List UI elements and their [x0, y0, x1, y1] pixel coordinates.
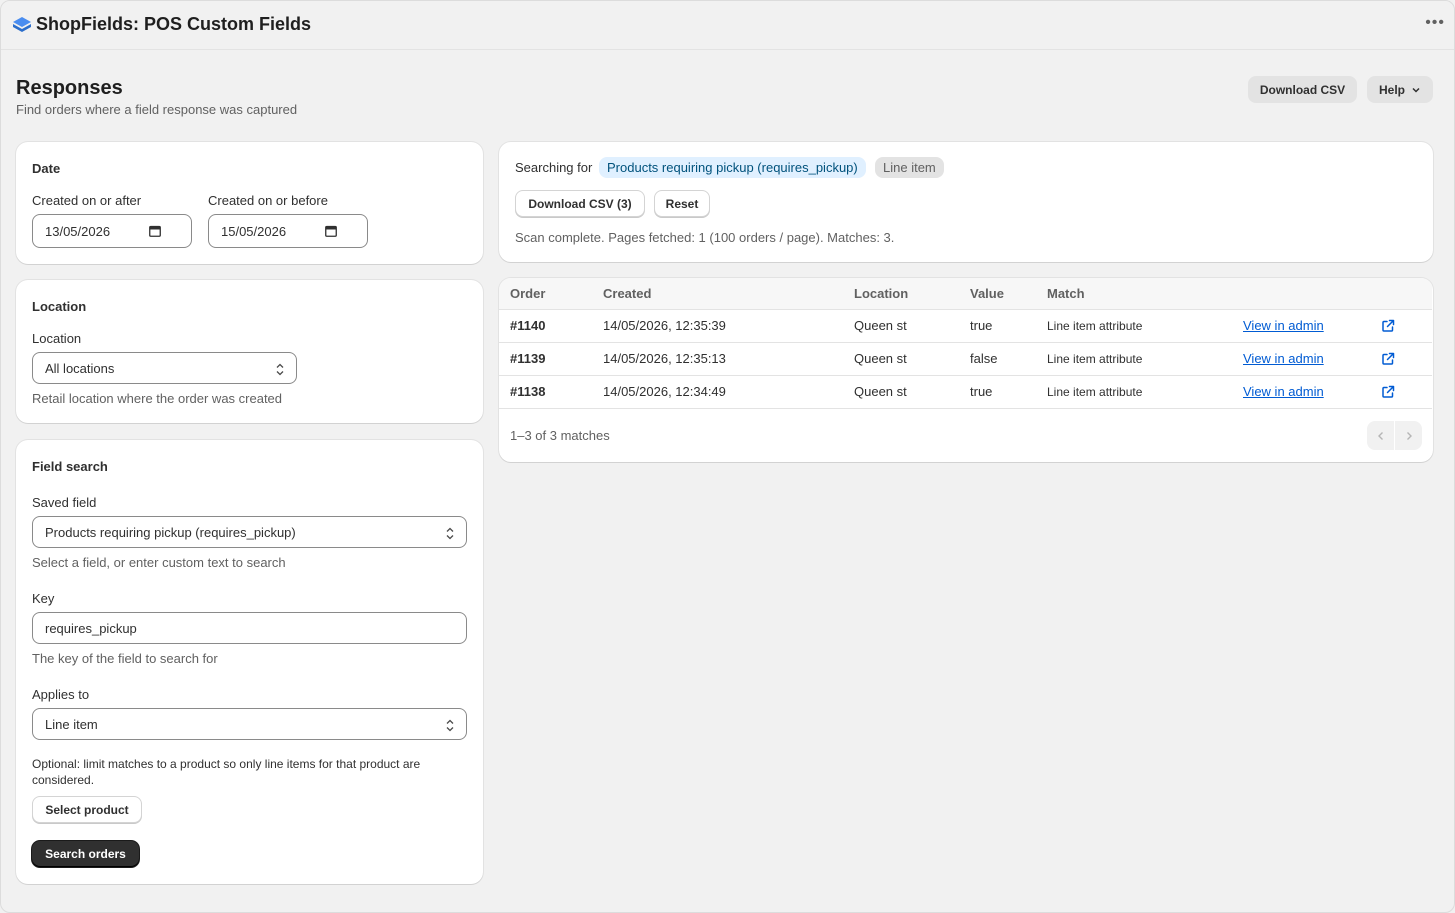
created-date: 14/05/2026, 12:35:13 [603, 342, 854, 376]
value-cell: true [970, 309, 1047, 343]
next-page-button[interactable] [1395, 421, 1422, 450]
download-csv-results-button[interactable]: Download CSV (3) [515, 190, 645, 217]
key-input-value: requires_pickup [45, 620, 137, 636]
results-card: Order Created Location Value Match #1140… [499, 278, 1433, 462]
table-header-row: Order Created Location Value Match [499, 278, 1432, 310]
more-menu-icon[interactable]: ••• [1425, 14, 1445, 32]
applies-to-value: Line item [45, 716, 98, 732]
saved-field-label: Saved field [32, 495, 97, 510]
external-link-icon[interactable] [1381, 352, 1395, 366]
view-in-admin-link[interactable]: View in admin [1243, 351, 1324, 366]
field-search-card: Field search Saved field Products requir… [16, 440, 483, 884]
date-card: Date Created on or after 13/05/2026 Crea… [16, 142, 483, 264]
created-before-input[interactable]: 15/05/2026 [208, 214, 368, 248]
chevron-right-icon [1406, 431, 1412, 440]
scan-status-text: Scan complete. Pages fetched: 1 (100 ord… [515, 230, 895, 245]
stack-cube-icon [13, 17, 31, 32]
applies-to-select[interactable]: Line item [32, 708, 467, 740]
download-csv-button[interactable]: Download CSV [1248, 76, 1357, 103]
order-number: #1138 [499, 375, 603, 409]
match-cell: Line item attribute [1047, 309, 1243, 343]
key-input[interactable]: requires_pickup [32, 612, 467, 644]
value-cell: true [970, 375, 1047, 409]
location-help: Retail location where the order was crea… [32, 391, 283, 406]
page-title: Responses [16, 77, 123, 99]
created-before-label: Created on or before [208, 193, 328, 208]
reset-button[interactable]: Reset [654, 190, 710, 217]
searching-for-label: Searching for [515, 160, 593, 175]
created-after-value: 13/05/2026 [45, 223, 111, 239]
location-select[interactable]: All locations [32, 352, 297, 384]
created-after-label: Created on or after [32, 193, 142, 208]
column-header-match: Match [1047, 278, 1243, 310]
location-label: Location [32, 331, 82, 346]
field-search-title: Field search [32, 459, 108, 474]
select-arrows-icon [446, 719, 454, 732]
column-header-link [1243, 278, 1381, 310]
created-date: 14/05/2026, 12:35:39 [603, 309, 854, 343]
saved-field-value: Products requiring pickup (requires_pick… [45, 524, 296, 540]
applies-to-label: Applies to [32, 687, 90, 702]
key-help: The key of the field to search for [32, 651, 218, 666]
match-cell: Line item attribute [1047, 375, 1243, 409]
title-bar: ShopFields: POS Custom Fields ••• [1, 1, 1454, 50]
search-orders-button[interactable]: Search orders [32, 841, 139, 867]
page-subtitle: Find orders where a field response was c… [16, 102, 298, 117]
order-number: #1139 [499, 342, 603, 376]
field-chip: Products requiring pickup (requires_pick… [599, 157, 866, 178]
chevron-down-icon [1412, 87, 1420, 93]
table-row: #1140 14/05/2026, 12:35:39 Queen st true… [499, 309, 1432, 343]
column-header-location: Location [854, 278, 970, 310]
select-arrows-icon [446, 527, 454, 540]
location-card: Location Location All locations Retail l… [16, 280, 483, 423]
date-card-title: Date [32, 161, 61, 176]
view-in-admin-link[interactable]: View in admin [1243, 384, 1324, 399]
column-header-value: Value [970, 278, 1047, 310]
table-row: #1139 14/05/2026, 12:35:13 Queen st fals… [499, 342, 1432, 376]
chevron-left-icon [1377, 431, 1383, 440]
calendar-icon[interactable] [149, 225, 161, 237]
external-link-icon[interactable] [1381, 319, 1395, 333]
app-window: ShopFields: POS Custom Fields ••• Respon… [0, 0, 1455, 913]
location-cell: Queen st [854, 309, 970, 343]
column-header-created: Created [603, 278, 854, 310]
location-card-title: Location [32, 299, 87, 314]
order-number: #1140 [499, 309, 603, 343]
column-header-external [1381, 278, 1432, 310]
location-cell: Queen st [854, 342, 970, 376]
created-after-input[interactable]: 13/05/2026 [32, 214, 192, 248]
created-before-value: 15/05/2026 [221, 223, 287, 239]
pagination-summary: 1–3 of 3 matches [510, 428, 610, 443]
value-cell: false [970, 342, 1047, 376]
key-label: Key [32, 591, 55, 606]
calendar-icon[interactable] [325, 225, 337, 237]
select-arrows-icon [276, 363, 284, 376]
help-label: Help [1378, 82, 1405, 97]
saved-field-select[interactable]: Products requiring pickup (requires_pick… [32, 516, 467, 548]
column-header-order: Order [499, 278, 603, 310]
location-select-value: All locations [45, 360, 115, 376]
location-cell: Queen st [854, 375, 970, 409]
previous-page-button[interactable] [1367, 421, 1394, 450]
external-link-icon[interactable] [1381, 385, 1395, 399]
product-limit-help: Optional: limit matches to a product so … [32, 757, 421, 787]
scope-chip: Line item [875, 157, 944, 178]
match-cell: Line item attribute [1047, 342, 1243, 376]
search-status-card: Searching for Products requiring pickup … [499, 142, 1433, 262]
pagination [1367, 421, 1422, 450]
table-row: #1138 14/05/2026, 12:34:49 Queen st true… [499, 375, 1432, 409]
app-title: ShopFields: POS Custom Fields [36, 14, 312, 34]
created-date: 14/05/2026, 12:34:49 [603, 375, 854, 409]
help-menu-button[interactable]: Help [1367, 76, 1433, 103]
select-product-button[interactable]: Select product [32, 796, 142, 823]
view-in-admin-link[interactable]: View in admin [1243, 318, 1324, 333]
saved-field-help: Select a field, or enter custom text to … [32, 555, 286, 570]
results-table: Order Created Location Value Match #1140… [499, 278, 1432, 409]
